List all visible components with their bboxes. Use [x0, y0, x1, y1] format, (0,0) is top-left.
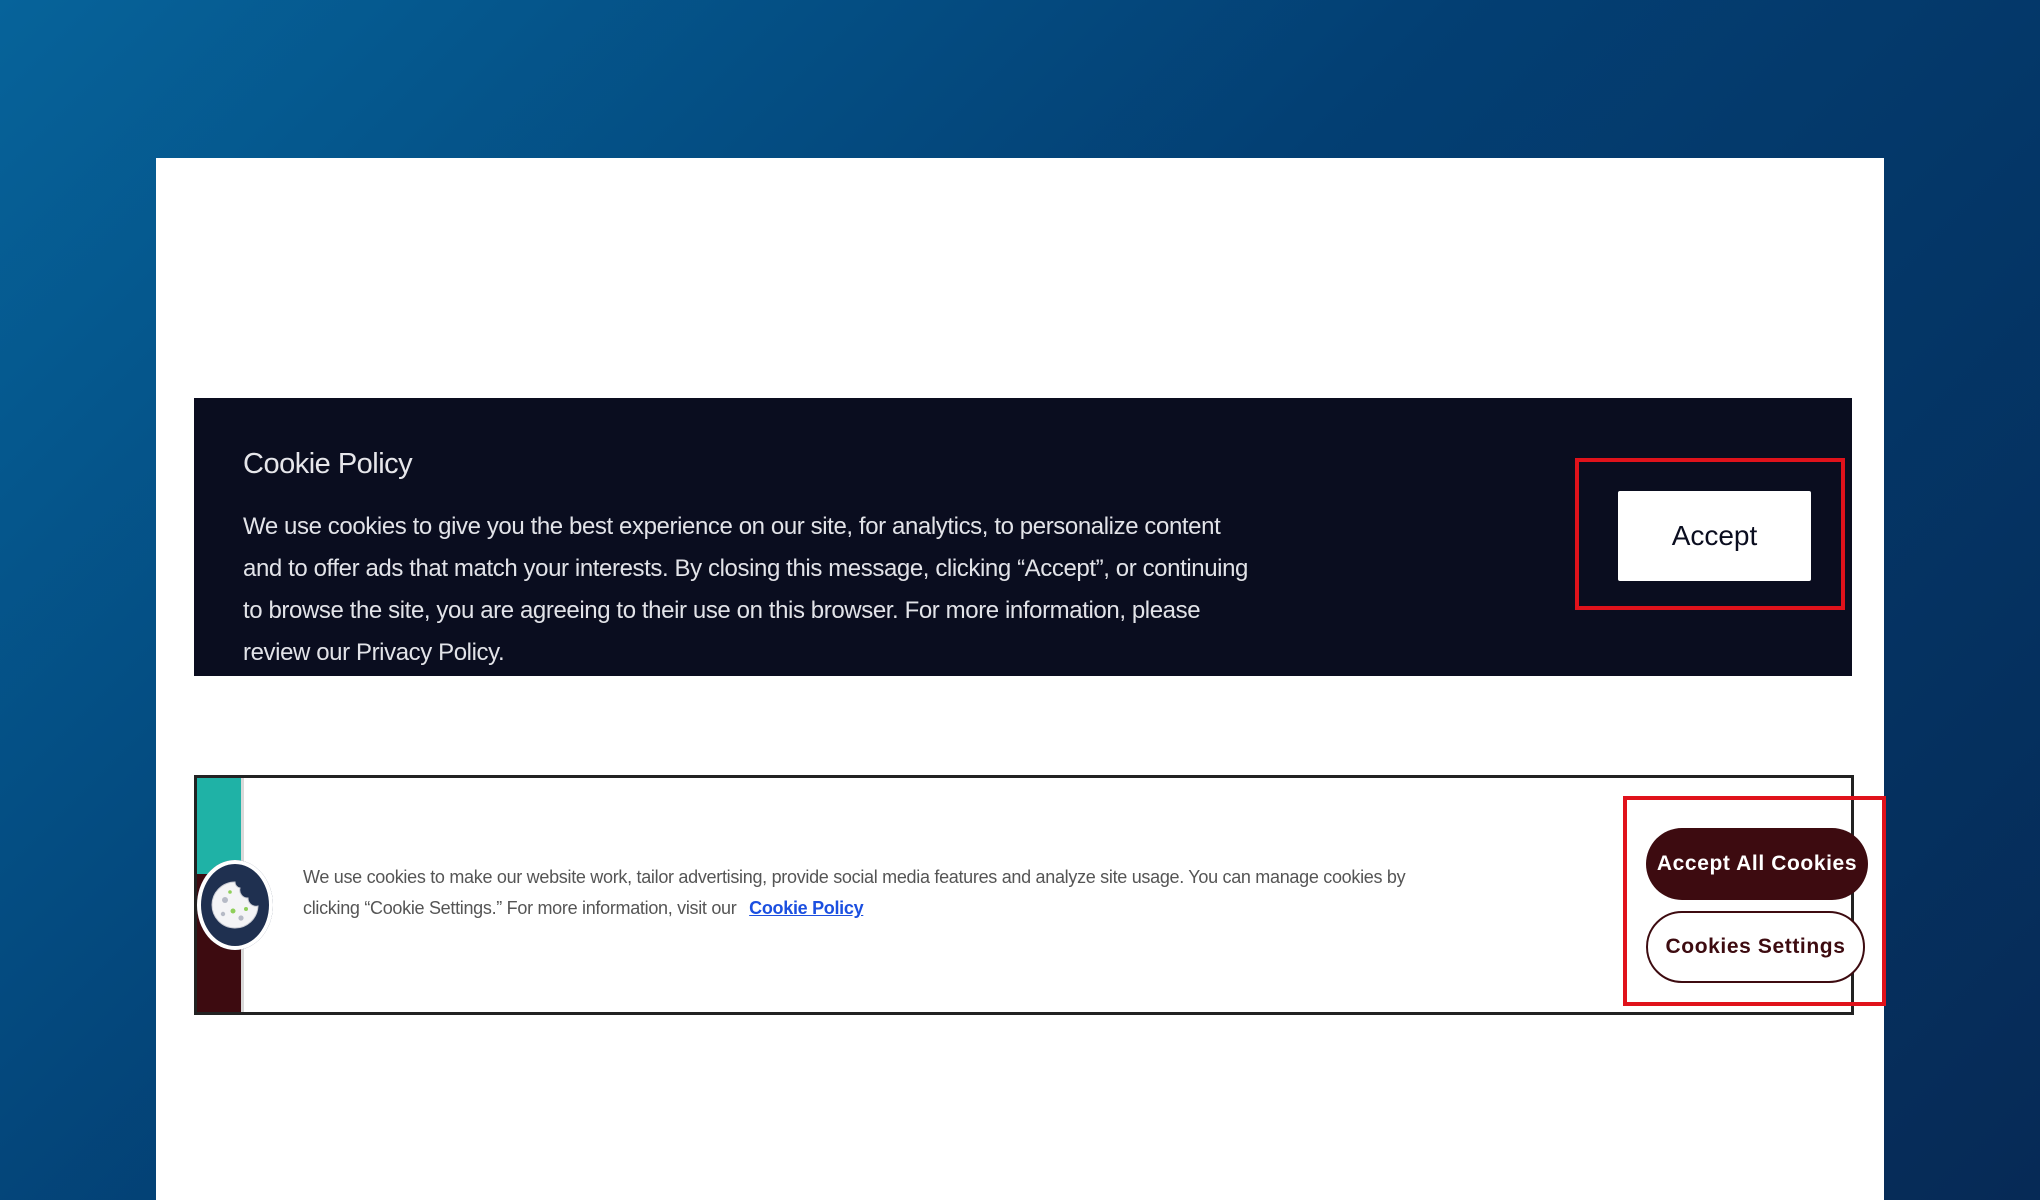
- cookie-consent-banner-light: We use cookies to make our website work,…: [194, 775, 1886, 1015]
- cookies-settings-button[interactable]: Cookies Settings: [1646, 911, 1865, 983]
- consent-text: We use cookies to make our website work,…: [303, 862, 1453, 924]
- white-panel: Cookie Policy We use cookies to give you…: [156, 158, 1886, 1200]
- accept-button[interactable]: Accept: [1618, 491, 1811, 581]
- banner-body-text: We use cookies to give you the best expe…: [243, 513, 1248, 666]
- cookie-policy-banner-dark: Cookie Policy We use cookies to give you…: [194, 398, 1852, 676]
- accept-all-cookies-button[interactable]: Accept All Cookies: [1646, 828, 1868, 900]
- banner-title: Cookie Policy: [243, 448, 413, 480]
- cookie-icon[interactable]: [197, 860, 273, 950]
- cookie-policy-link[interactable]: Cookie Policy: [749, 898, 863, 918]
